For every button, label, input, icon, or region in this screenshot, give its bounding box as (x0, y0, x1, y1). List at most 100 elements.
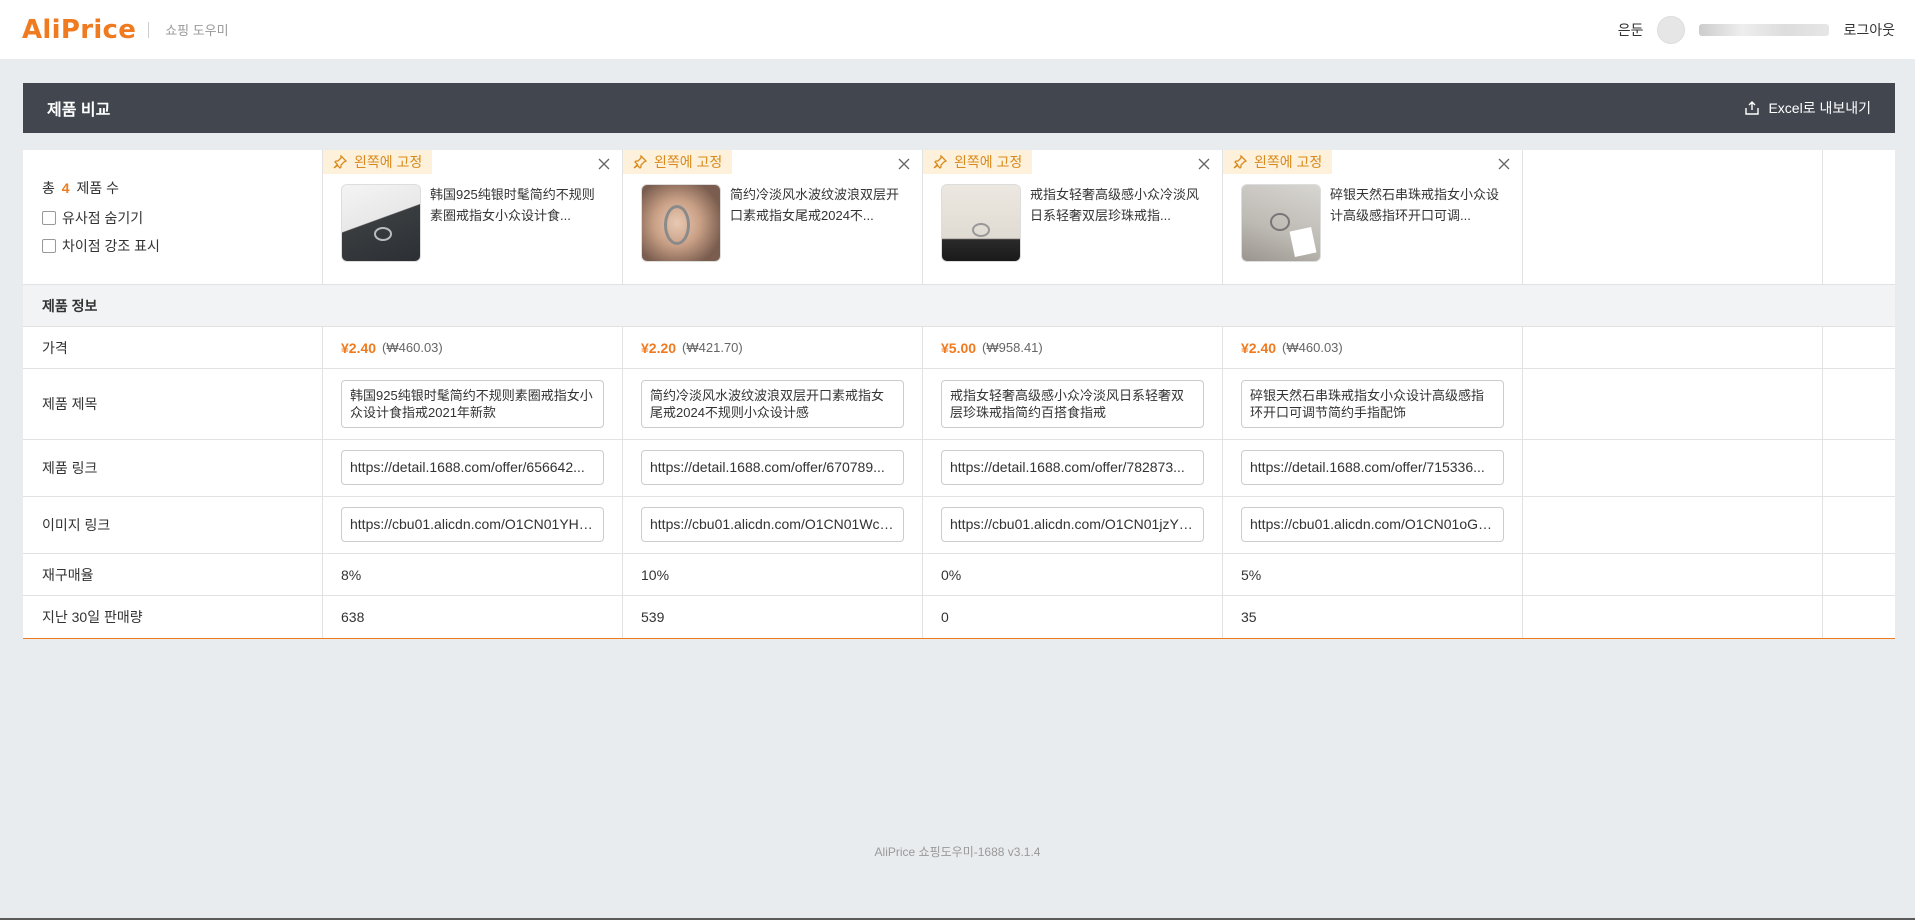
highlight-diff-option[interactable]: 차이점 강조 표시 (42, 236, 322, 256)
product-thumbnail[interactable] (941, 184, 1021, 262)
user-area: 은둔 로그아웃 (1618, 15, 1895, 44)
row-label-cell: 제품 제목 (23, 369, 323, 439)
product-thumbnail[interactable] (341, 184, 421, 262)
price-label: 가격 (42, 339, 68, 356)
price-cny: ¥5.00 (941, 339, 977, 356)
price-row: 가격 ¥2.40 (₩460.03) ¥2.20 (₩421.70) ¥5.00 (₩… (23, 327, 1895, 369)
image-link-field[interactable]: https://cbu01.alicdn.com/O1CN01YHN... (341, 507, 604, 542)
price-cny: ¥2.40 (1241, 339, 1277, 356)
title-cell: 戒指女轻奢高级感小众冷淡风日系轻奢双层珍珠戒指简约百搭食指戒 (923, 369, 1223, 439)
price-cell: ¥2.20 (₩421.70) (623, 327, 923, 368)
product-thumbnail[interactable] (1241, 184, 1321, 262)
price-krw: (₩460.03) (382, 340, 443, 355)
link-cell: https://detail.1688.com/offer/715336... (1223, 440, 1523, 496)
image-link-cell: https://cbu01.alicdn.com/O1CN01YHN... (323, 497, 623, 553)
close-icon[interactable] (898, 158, 910, 170)
price-krw: (₩958.41) (982, 340, 1043, 355)
hide-similar-label: 유사점 숨기기 (62, 210, 144, 226)
repurchase-value: 5% (1241, 566, 1262, 583)
empty-slot (1523, 440, 1823, 496)
export-excel-button[interactable]: Excel로 내보내기 (1744, 98, 1871, 118)
highlight-diff-checkbox[interactable] (42, 239, 56, 253)
section-label: 제품 정보 (42, 297, 98, 314)
title-textbox[interactable]: 碎银天然石串珠戒指女小众设计高级感指环开口可调节简约手指配饰 (1241, 380, 1504, 428)
compare-panel-header: 제품 비교 Excel로 내보내기 (23, 83, 1895, 133)
image-link-label: 이미지 링크 (42, 517, 111, 533)
sales30-value: 35 (1241, 609, 1257, 625)
image-link-field[interactable]: https://cbu01.alicdn.com/O1CN01WcJ... (641, 507, 904, 542)
empty-slot (1523, 150, 1823, 284)
top-bar: AliPrice 쇼핑 도우미 은둔 로그아웃 (0, 0, 1915, 59)
row-label-cell: 가격 (23, 327, 323, 368)
repurchase-cell: 5% (1223, 554, 1523, 595)
product-link-field[interactable]: https://detail.1688.com/offer/670789... (641, 450, 904, 485)
pin-left-button[interactable]: 왼쪽에 고정 (923, 150, 1033, 174)
product-link-field[interactable]: https://detail.1688.com/offer/656642... (341, 450, 604, 485)
link-label: 제품 링크 (42, 460, 98, 476)
product-card: 왼쪽에 고정 戒指女轻奢高级感小众冷淡风日系轻奢双层珍珠戒指... (923, 150, 1223, 284)
pin-left-button[interactable]: 왼쪽에 고정 (323, 150, 433, 174)
product-short-title[interactable]: 碎银天然石串珠戒指女小众设计高级感指环开口可调... (1330, 184, 1505, 226)
logout-link[interactable]: 로그아웃 (1843, 20, 1895, 40)
repurchase-cell: 8% (323, 554, 623, 595)
product-link-field[interactable]: https://detail.1688.com/offer/782873... (941, 450, 1204, 485)
title-textbox[interactable]: 戒指女轻奢高级感小众冷淡风日系轻奢双层珍珠戒指简约百搭食指戒 (941, 380, 1204, 428)
sales30-cell: 35 (1223, 596, 1523, 638)
repurchase-value: 10% (641, 566, 670, 583)
pin-left-button[interactable]: 왼쪽에 고정 (1223, 150, 1333, 174)
close-icon[interactable] (598, 158, 610, 170)
count-prefix: 총 (42, 180, 55, 196)
aliprice-logo[interactable]: AliPrice (22, 15, 136, 45)
image-link-field[interactable]: https://cbu01.alicdn.com/O1CN01jzY4... (941, 507, 1204, 542)
link-cell: https://detail.1688.com/offer/782873... (923, 440, 1223, 496)
export-label: Excel로 내보내기 (1768, 100, 1871, 116)
price-cny: ¥2.20 (641, 339, 677, 356)
sales30-row: 지난 30일 판매량 638 539 0 35 (23, 596, 1895, 638)
hide-similar-option[interactable]: 유사점 숨기기 (42, 208, 322, 228)
repurchase-value: 8% (341, 566, 362, 583)
empty-slot (1823, 150, 1895, 284)
repurchase-value: 0% (941, 566, 962, 583)
product-link-field[interactable]: https://detail.1688.com/offer/715336... (1241, 450, 1504, 485)
comparison-table: 총 4 제품 수 유사점 숨기기 차이점 강조 표시 왼쪽에 고정 韩国925纯… (23, 150, 1895, 639)
user-nickname[interactable]: 은둔 (1618, 20, 1644, 40)
product-card: 왼쪽에 고정 简约冷淡风水波纹波浪双层开口素戒指女尾戒2024不... (623, 150, 923, 284)
title-row: 제품 제목 韩国925纯银时髦简约不规则素圈戒指女小众设计食指戒2021年新款 … (23, 369, 1895, 440)
title-label: 제품 제목 (42, 396, 98, 412)
pin-label: 왼쪽에 고정 (954, 154, 1023, 170)
summary-cell: 총 4 제품 수 유사점 숨기기 차이점 강조 표시 (23, 150, 323, 284)
avatar[interactable] (1657, 15, 1686, 44)
close-icon[interactable] (1198, 158, 1210, 170)
product-short-title[interactable]: 韩国925纯银时髦简约不规则素圈戒指女小众设计食... (430, 184, 605, 226)
row-label-cell: 제품 링크 (23, 440, 323, 496)
product-short-title[interactable]: 简约冷淡风水波纹波浪双层开口素戒指女尾戒2024不... (730, 184, 905, 226)
pin-left-button[interactable]: 왼쪽에 고정 (623, 150, 733, 174)
empty-slot (1823, 596, 1895, 638)
repurchase-cell: 0% (923, 554, 1223, 595)
footer-version: AliPrice 쇼핑도우미-1688 v3.1.4 (874, 845, 1041, 859)
sales30-cell: 539 (623, 596, 923, 638)
product-card: 왼쪽에 고정 韩国925纯银时髦简约不规则素圈戒指女小众设计食... (323, 150, 623, 284)
highlight-diff-label: 차이점 강조 표시 (62, 238, 160, 254)
product-thumbnail[interactable] (641, 184, 721, 262)
repurchase-label: 재구매율 (42, 566, 94, 583)
pin-label: 왼쪽에 고정 (354, 154, 423, 170)
title-cell: 简约冷淡风水波纹波浪双层开口素戒指女尾戒2024不规则小众设计感 (623, 369, 923, 439)
repurchase-cell: 10% (623, 554, 923, 595)
product-card: 왼쪽에 고정 碎银天然石串珠戒指女小众设计高级感指环开口可调... (1223, 150, 1523, 284)
row-label-cell: 재구매율 (23, 554, 323, 595)
pin-label: 왼쪽에 고정 (1254, 154, 1323, 170)
image-link-field[interactable]: https://cbu01.alicdn.com/O1CN01oGu... (1241, 507, 1504, 542)
title-textbox[interactable]: 简约冷淡风水波纹波浪双层开口素戒指女尾戒2024不规则小众设计感 (641, 380, 904, 428)
title-textbox[interactable]: 韩国925纯银时髦简约不规则素圈戒指女小众设计食指戒2021年新款 (341, 380, 604, 428)
price-cell: ¥2.40 (₩460.03) (323, 327, 623, 368)
close-icon[interactable] (1498, 158, 1510, 170)
sales30-value: 539 (641, 609, 665, 625)
product-short-title[interactable]: 戒指女轻奢高级感小众冷淡风日系轻奢双层珍珠戒指... (1030, 184, 1205, 226)
hide-similar-checkbox[interactable] (42, 211, 56, 225)
price-cell: ¥5.00 (₩958.41) (923, 327, 1223, 368)
price-krw: (₩421.70) (682, 340, 743, 355)
row-label-cell: 이미지 링크 (23, 497, 323, 553)
empty-slot (1523, 497, 1823, 553)
pin-icon (1233, 155, 1247, 169)
